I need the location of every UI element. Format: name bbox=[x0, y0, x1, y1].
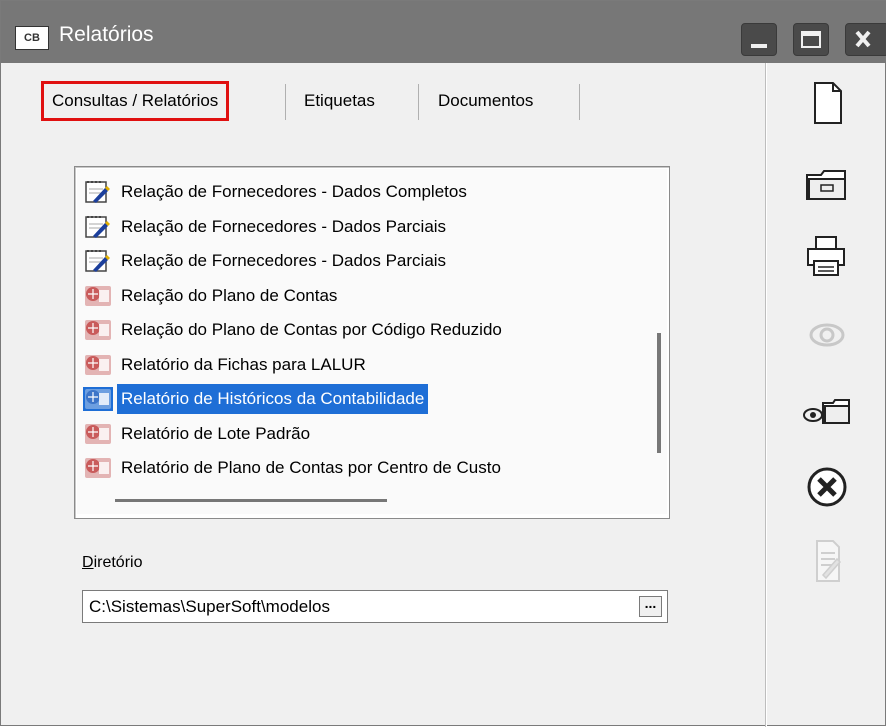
tab-separator bbox=[418, 84, 419, 120]
toolbar-separator-highlight bbox=[766, 63, 767, 727]
report-list-item[interactable]: Relação do Plano de Contas bbox=[83, 281, 603, 311]
horizontal-scrollbar[interactable] bbox=[115, 499, 387, 502]
preview-folder-button[interactable] bbox=[799, 387, 855, 435]
eye-folder-icon bbox=[803, 399, 850, 424]
report-list-item-label: Relação de Fornecedores - Dados Completo… bbox=[121, 182, 467, 201]
window-title: Relatórios bbox=[59, 23, 154, 46]
report-list-item-label: Relação de Fornecedores - Dados Parciais bbox=[121, 251, 447, 270]
report-list-item-label: Relatório de Lote Padrão bbox=[121, 423, 311, 443]
cancel-button[interactable] bbox=[799, 463, 855, 511]
report-list-item-label: Relação de Fornecedores - Dados Parciais bbox=[121, 216, 447, 236]
maximize-icon bbox=[801, 31, 821, 48]
folder-icon bbox=[806, 170, 846, 200]
new-document-button[interactable] bbox=[799, 79, 855, 127]
minimize-button[interactable] bbox=[741, 23, 777, 56]
report-list-item[interactable]: Relação de Fornecedores - Dados Completo… bbox=[83, 177, 603, 207]
report-list-viewport: Relatório de Plano de Contas por Centro … bbox=[77, 169, 667, 514]
directory-input[interactable]: C:\Sistemas\SuperSoft\modelos ... bbox=[82, 590, 668, 623]
minimize-icon bbox=[751, 44, 767, 48]
tab-consultas-relatorios[interactable]: Consultas / Relatórios bbox=[41, 81, 230, 121]
notepad-edit-icon bbox=[83, 249, 113, 273]
app-icon: CB bbox=[15, 26, 49, 50]
printer-icon bbox=[807, 236, 845, 276]
close-circle-icon bbox=[807, 467, 847, 507]
report-list-item-label: Relatório de Plano de Contas por Centro … bbox=[121, 458, 501, 477]
maximize-button[interactable] bbox=[793, 23, 829, 56]
reports-window: CB Relatórios Consultas / Relatórios Eti… bbox=[0, 0, 886, 727]
browse-directory-button[interactable]: ... bbox=[639, 596, 662, 617]
directory-value: C:\Sistemas\SuperSoft\modelos bbox=[89, 597, 330, 616]
report-list-item-label: Relação do Plano de Contas por Código Re… bbox=[121, 320, 502, 339]
preview-button[interactable] bbox=[799, 311, 855, 359]
tab-etiquetas[interactable]: Etiquetas bbox=[304, 81, 375, 121]
report-list-item[interactable]: Relatório de Lote Padrão bbox=[83, 419, 603, 449]
tab-documentos[interactable]: Documentos bbox=[438, 81, 533, 121]
tab-separator bbox=[579, 84, 580, 120]
directory-label: Diretório bbox=[82, 554, 142, 572]
close-button[interactable] bbox=[845, 23, 886, 56]
report-list-item[interactable]: Relação de Fornecedores - Dados Parciais bbox=[83, 246, 603, 276]
title-bar[interactable]: CB Relatórios bbox=[1, 1, 886, 63]
report-globe-icon bbox=[83, 456, 113, 480]
directory-label-accesskey: D bbox=[82, 554, 94, 571]
report-list-item[interactable]: Relação do Plano de Contas por Código Re… bbox=[83, 315, 603, 345]
report-list[interactable]: Relatório de Plano de Contas por Centro … bbox=[74, 166, 670, 519]
report-list-item-label: Relação do Plano de Contas bbox=[121, 285, 338, 305]
eye-icon bbox=[809, 323, 845, 347]
report-list-item-label: Relatório de Históricos da Contabilidade bbox=[117, 384, 429, 414]
edit-report-button[interactable] bbox=[799, 537, 855, 585]
directory-label-rest: iretório bbox=[93, 554, 143, 571]
report-globe-icon bbox=[83, 284, 113, 308]
close-icon bbox=[855, 30, 871, 48]
report-list-item[interactable]: Relatório da Fichas para LALUR bbox=[83, 350, 603, 380]
report-globe-icon bbox=[83, 387, 113, 411]
report-list-item[interactable]: Relatório de Históricos da Contabilidade bbox=[83, 384, 603, 414]
report-list-item[interactable]: Relatório de Plano de Contas por Centro … bbox=[83, 453, 603, 483]
report-globe-icon bbox=[83, 422, 113, 446]
vertical-scrollbar[interactable] bbox=[657, 333, 661, 453]
new-document-icon bbox=[814, 82, 842, 124]
report-list-item-label: Relatório da Fichas para LALUR bbox=[121, 354, 366, 374]
report-globe-icon bbox=[83, 353, 113, 377]
report-globe-icon bbox=[83, 318, 113, 342]
report-list-item[interactable]: Relação de Fornecedores - Dados Parciais bbox=[83, 212, 603, 242]
open-folder-button[interactable] bbox=[799, 161, 855, 209]
tab-separator bbox=[285, 84, 286, 120]
notepad-edit-icon bbox=[83, 215, 113, 239]
print-button[interactable] bbox=[799, 233, 855, 281]
notepad-edit-icon bbox=[83, 180, 113, 204]
edit-document-icon bbox=[816, 540, 842, 582]
